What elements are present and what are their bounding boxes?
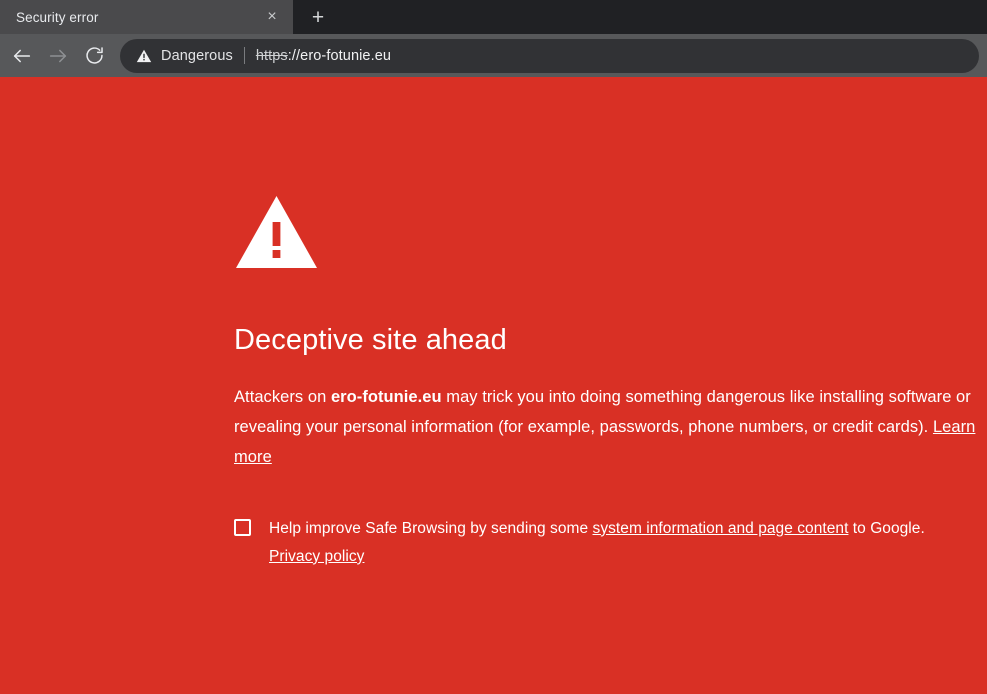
safe-browsing-optin-label: Help improve Safe Browsing by sending so… — [269, 515, 925, 571]
back-arrow-icon[interactable] — [4, 38, 40, 74]
reload-icon[interactable] — [76, 38, 112, 74]
privacy-policy-link[interactable]: Privacy policy — [269, 548, 364, 565]
interstitial-body-text: Attackers on ero-fotunie.eu may trick yo… — [234, 382, 976, 472]
security-status-label: Dangerous — [161, 47, 233, 64]
url-text: https://ero-fotunie.eu — [256, 48, 391, 64]
tab-strip: Security error × + — [0, 0, 987, 34]
close-icon[interactable]: × — [261, 6, 283, 28]
site-domain: ero-fotunie.eu — [330, 387, 442, 406]
body-text-before-domain: Attackers on — [234, 387, 331, 406]
browser-toolbar: Dangerous https://ero-fotunie.eu — [0, 34, 987, 77]
warning-triangle-icon — [234, 194, 976, 276]
omnibox-divider — [243, 47, 245, 64]
safe-browsing-interstitial: Deceptive site ahead Attackers on ero-fo… — [0, 77, 987, 694]
optin-text-before-link: Help improve Safe Browsing by sending so… — [269, 519, 593, 537]
dangerous-warning-icon — [136, 48, 152, 64]
page-title: Deceptive site ahead — [234, 324, 507, 356]
browser-window: Security error × + Dangerous https://ero… — [0, 0, 987, 694]
safe-browsing-optin: Help improve Safe Browsing by sending so… — [234, 515, 976, 571]
interstitial-content: Deceptive site ahead Attackers on ero-fo… — [234, 194, 976, 571]
new-tab-button[interactable]: + — [293, 0, 343, 34]
system-information-link[interactable]: system information and page content — [593, 520, 849, 537]
safe-browsing-checkbox[interactable] — [234, 518, 251, 536]
optin-text-after-link: to Google. — [848, 519, 925, 537]
tab-security-error[interactable]: Security error × — [0, 0, 293, 34]
tab-title: Security error — [16, 9, 99, 25]
url-scheme: https — [255, 47, 288, 64]
url-host: ://ero-fotunie.eu — [287, 47, 392, 64]
address-bar[interactable]: Dangerous https://ero-fotunie.eu — [120, 38, 979, 73]
forward-arrow-icon — [40, 38, 76, 74]
